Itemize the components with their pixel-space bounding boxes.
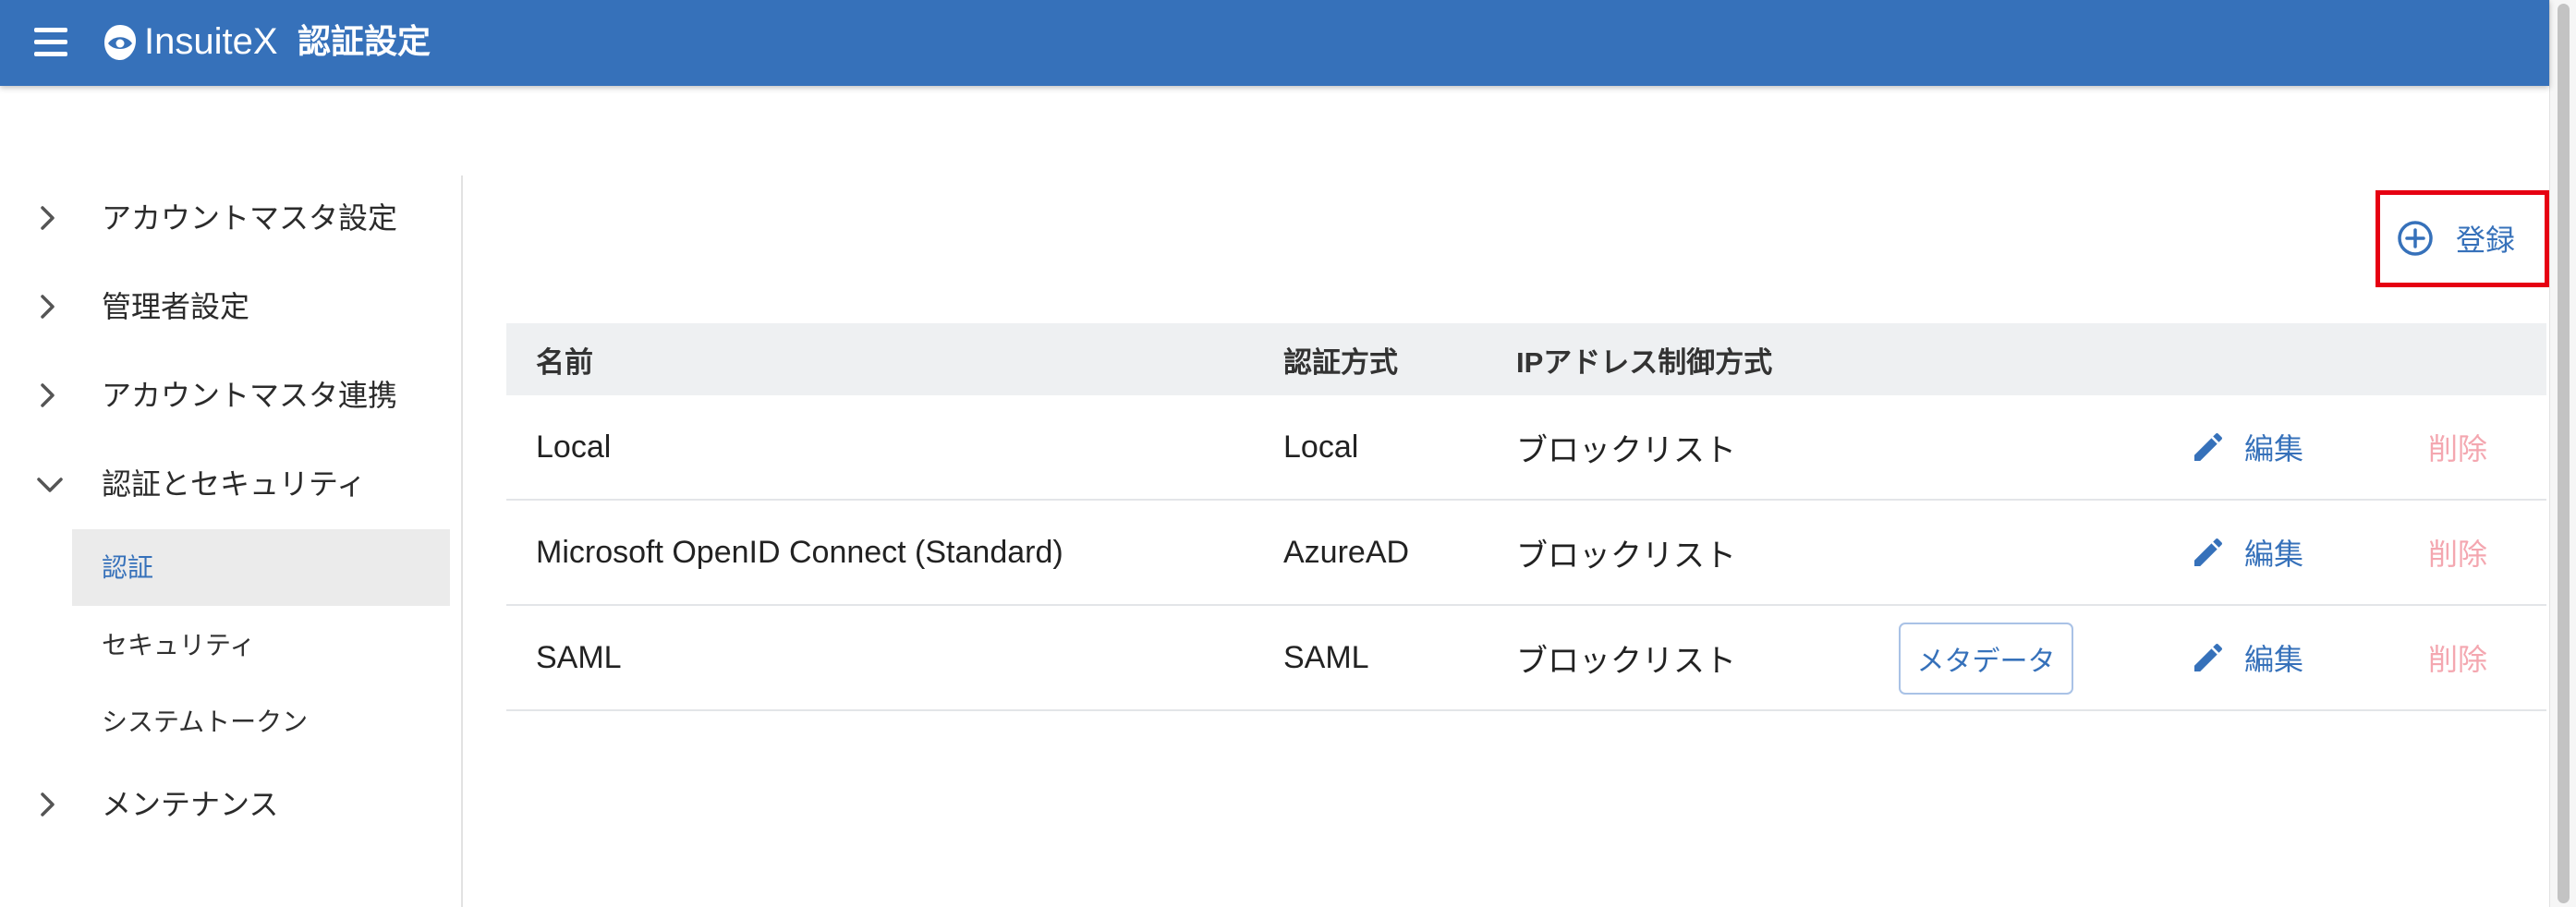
table-row: Local Local ブロックリスト 編集 削除 bbox=[506, 395, 2546, 501]
cell-ip-control: ブロックリスト bbox=[1516, 432, 1736, 468]
delete-button[interactable]: 削除 bbox=[2428, 501, 2487, 604]
sidebar-subitem-label: システムトークン bbox=[102, 707, 309, 736]
sidebar-divider bbox=[461, 175, 463, 907]
app-header: InsuiteX 認証設定 bbox=[0, 0, 2549, 86]
sidebar-item-label: 認証とセキュリティ bbox=[102, 467, 367, 501]
table-header: 名前 認証方式 IPアドレス制御方式 bbox=[506, 323, 2546, 395]
cell-ip-control: ブロックリスト bbox=[1516, 538, 1736, 574]
page-title: 認証設定 bbox=[298, 22, 431, 60]
cell-auth-method: SAML bbox=[1283, 639, 1369, 675]
pencil-icon bbox=[2194, 432, 2223, 461]
hamburger-bar bbox=[34, 40, 67, 44]
column-header-auth-method: 認証方式 bbox=[1283, 345, 1398, 379]
plus-circle-icon bbox=[2398, 221, 2433, 256]
column-header-ip-control: IPアドレス制御方式 bbox=[1516, 345, 1773, 379]
table-row: SAML SAML ブロックリスト メタデータ 編集 削除 bbox=[506, 606, 2546, 711]
chevron-right-icon bbox=[41, 295, 55, 319]
sidebar-subitem-system-token[interactable]: システムトークン bbox=[72, 683, 450, 760]
sidebar-subitem-label: セキュリティ bbox=[102, 631, 256, 659]
hamburger-menu-icon[interactable] bbox=[34, 28, 67, 56]
vertical-scrollbar[interactable] bbox=[2549, 0, 2576, 907]
chevron-down-icon bbox=[37, 478, 63, 492]
cell-name: SAML bbox=[536, 639, 622, 675]
edit-label: 編集 bbox=[2244, 432, 2304, 466]
cell-name: Microsoft OpenID Connect (Standard) bbox=[536, 534, 1063, 570]
sidebar-item-maintenance[interactable]: メンテナンス bbox=[0, 768, 453, 841]
chevron-right-icon bbox=[41, 206, 55, 230]
sidebar-item-label: アカウントマスタ設定 bbox=[102, 201, 398, 235]
edit-label: 編集 bbox=[2244, 643, 2304, 676]
sidebar-subitem-security[interactable]: セキュリティ bbox=[72, 607, 450, 683]
cell-auth-method: AzureAD bbox=[1283, 534, 1410, 570]
sidebar-item-account-master-integration[interactable]: アカウントマスタ連携 bbox=[0, 358, 453, 432]
sidebar-subitem-authentication[interactable]: 認証 bbox=[72, 529, 450, 606]
sidebar-item-admin-settings[interactable]: 管理者設定 bbox=[0, 270, 453, 344]
edit-button[interactable]: 編集 bbox=[2190, 606, 2303, 709]
cell-name: Local bbox=[536, 429, 612, 465]
hamburger-bar bbox=[34, 52, 67, 56]
edit-button[interactable]: 編集 bbox=[2190, 395, 2303, 499]
pencil-icon bbox=[2194, 643, 2223, 671]
register-label: 登録 bbox=[2456, 224, 2516, 257]
sidebar-item-auth-and-security[interactable]: 認証とセキュリティ bbox=[0, 447, 453, 521]
scrollbar-thumb[interactable] bbox=[2558, 4, 2570, 903]
sidebar-item-label: 管理者設定 bbox=[102, 290, 250, 323]
sidebar: アカウントマスタ設定 管理者設定 アカウントマスタ連携 認証とセキュリティ 認証… bbox=[0, 86, 462, 907]
sidebar-item-label: メンテナンス bbox=[102, 788, 279, 821]
sidebar-item-account-master-settings[interactable]: アカウントマスタ設定 bbox=[0, 181, 453, 255]
delete-button[interactable]: 削除 bbox=[2428, 606, 2487, 709]
delete-button[interactable]: 削除 bbox=[2428, 395, 2487, 499]
cell-auth-method: Local bbox=[1283, 429, 1359, 465]
hamburger-bar bbox=[34, 28, 67, 32]
auth-table: 名前 認証方式 IPアドレス制御方式 Local Local ブロックリスト 編… bbox=[506, 323, 2546, 711]
chevron-right-icon bbox=[41, 383, 55, 407]
cell-ip-control: ブロックリスト bbox=[1516, 643, 1736, 679]
sidebar-subitem-label: 認証 bbox=[102, 553, 154, 582]
app-name: InsuiteX bbox=[144, 21, 278, 62]
chevron-right-icon bbox=[41, 792, 55, 816]
column-header-name: 名前 bbox=[536, 345, 593, 379]
pencil-icon bbox=[2194, 538, 2223, 566]
edit-label: 編集 bbox=[2244, 538, 2304, 571]
metadata-button[interactable]: メタデータ bbox=[1899, 623, 2073, 695]
sidebar-item-label: アカウントマスタ連携 bbox=[102, 379, 398, 412]
table-row: Microsoft OpenID Connect (Standard) Azur… bbox=[506, 501, 2546, 606]
insuitex-logo-icon bbox=[104, 25, 136, 60]
edit-button[interactable]: 編集 bbox=[2190, 501, 2303, 604]
register-button[interactable]: 登録 bbox=[2389, 209, 2537, 268]
